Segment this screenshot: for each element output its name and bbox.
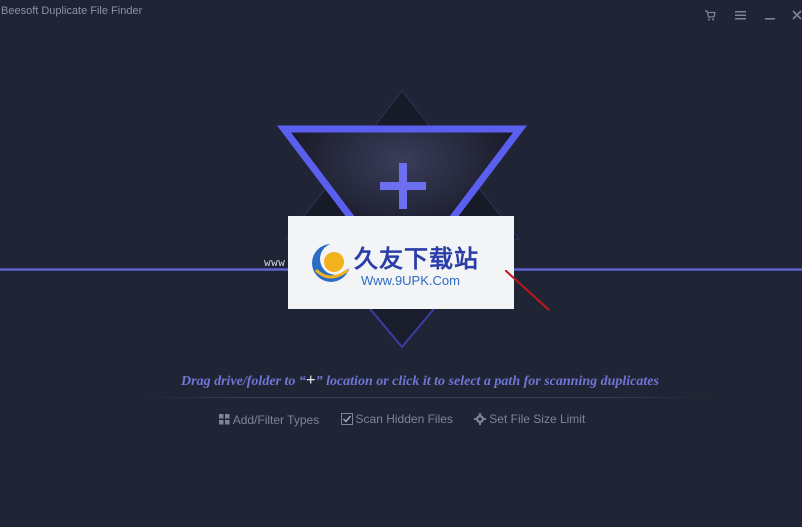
checkbox-checked-icon	[340, 413, 353, 425]
instruction-part-2: ” location or click it to select a path …	[315, 374, 659, 389]
add-filter-types-button[interactable]: Add/Filter Types	[218, 412, 320, 427]
watermark-overlay: 久友下载站 Www.9UPK.Com	[288, 216, 514, 309]
options-bar: Add/Filter Types Scan Hidden Files Set F…	[0, 412, 802, 428]
scan-hidden-files-checkbox[interactable]: Scan Hidden Files	[340, 412, 453, 426]
title-bar: Beesoft Duplicate File Finder	[0, 0, 802, 26]
instruction-part-1: Drag drive/folder to “	[181, 374, 306, 389]
cart-icon[interactable]	[703, 8, 717, 22]
plus-icon[interactable]	[380, 163, 426, 209]
scan-hidden-label: Scan Hidden Files	[355, 412, 453, 426]
watermark-logo-icon	[312, 243, 352, 282]
size-limit-label: Set File Size Limit	[489, 412, 586, 426]
minimize-icon[interactable]	[763, 8, 777, 22]
menu-icon[interactable]	[733, 8, 747, 22]
set-file-size-limit-button[interactable]: Set File Size Limit	[474, 412, 585, 426]
add-filter-label: Add/Filter Types	[232, 412, 320, 427]
watermark-title: 久友下载站	[354, 245, 479, 273]
instruction-text: Drag drive/folder to “+” location or cli…	[0, 370, 802, 390]
grid-icon	[218, 414, 230, 425]
instruction-plus-icon: +	[305, 370, 316, 389]
close-icon[interactable]	[790, 8, 802, 22]
divider	[140, 397, 710, 398]
gear-icon	[474, 413, 487, 425]
red-arrow-icon	[505, 270, 550, 311]
app-title: Beesoft Duplicate File Finder	[1, 5, 143, 17]
watermark-subtitle: Www.9UPK.Com	[361, 273, 460, 288]
